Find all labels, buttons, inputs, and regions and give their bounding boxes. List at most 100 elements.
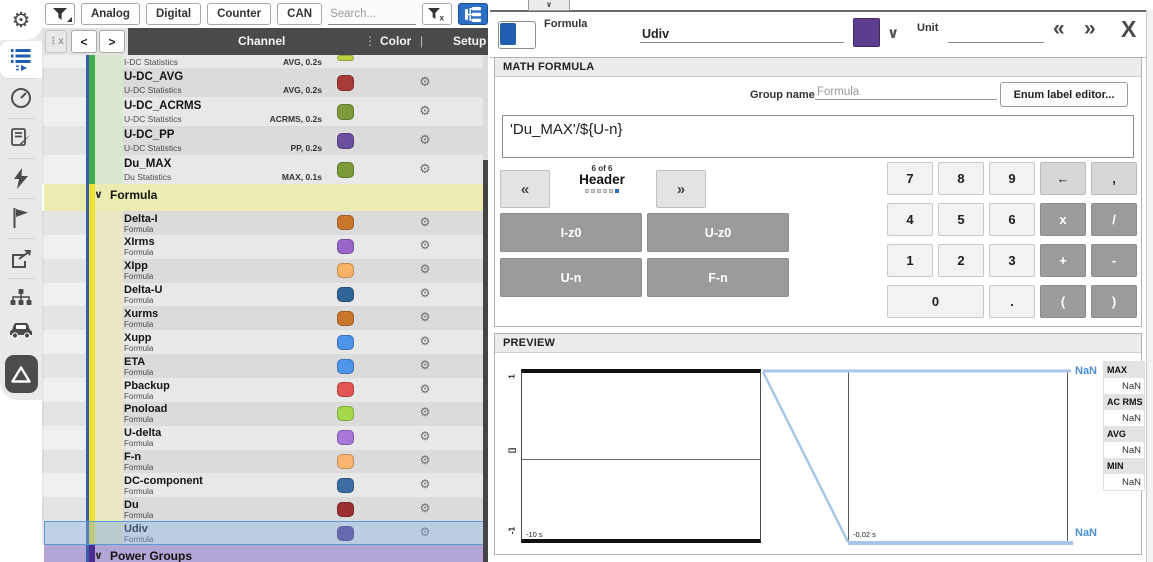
color-dropdown-chevron-icon[interactable]: ∨: [887, 24, 899, 42]
setup-gear-icon[interactable]: ⚙: [414, 74, 436, 90]
setup-gear-icon[interactable]: ⚙: [414, 477, 436, 491]
channel-tree-view-button[interactable]: [458, 3, 488, 25]
collapse-panel-tab[interactable]: ∨: [528, 0, 570, 11]
setup-gear-icon[interactable]: ⚙: [414, 238, 436, 252]
search-input[interactable]: [328, 4, 416, 25]
filter-analog-button[interactable]: Analog: [81, 3, 140, 25]
next-column-button[interactable]: >: [99, 30, 125, 53]
variable-key-F-n[interactable]: F-n: [647, 258, 789, 297]
setup-gear-icon[interactable]: ⚙: [414, 132, 436, 148]
color-swatch[interactable]: [337, 133, 354, 149]
setup-gear-icon[interactable]: ⚙: [414, 501, 436, 515]
key-6[interactable]: 6: [989, 203, 1035, 236]
color-swatch[interactable]: [337, 263, 354, 278]
variable-key-U-z0[interactable]: U-z0: [647, 213, 789, 252]
filter-counter-button[interactable]: Counter: [207, 3, 271, 25]
group-name-input[interactable]: [815, 85, 997, 100]
color-swatch[interactable]: [337, 239, 354, 254]
variable-key-U-n[interactable]: U-n: [500, 258, 642, 297]
channel-row[interactable]: XIrmsFormula⚙: [42, 235, 488, 259]
chevron-down-icon[interactable]: ∨: [94, 188, 103, 201]
channel-row[interactable]: XuppFormula⚙: [42, 330, 488, 354]
key--[interactable]: -: [1091, 244, 1137, 277]
key-/[interactable]: /: [1091, 203, 1137, 236]
clear-filter-button[interactable]: x: [422, 3, 452, 25]
column-header-color[interactable]: Color: [380, 34, 411, 48]
color-swatch[interactable]: [337, 311, 354, 326]
key-.[interactable]: .: [989, 285, 1035, 318]
key-8[interactable]: 8: [938, 162, 984, 195]
sidebar-item-power[interactable]: [0, 159, 42, 197]
sidebar-item-vehicle[interactable]: [0, 312, 42, 348]
channel-row[interactable]: Delta-IFormula⚙: [42, 211, 488, 235]
key-2[interactable]: 2: [938, 244, 984, 277]
setup-gear-icon[interactable]: ⚙: [414, 262, 436, 276]
sidebar-item-events[interactable]: [0, 199, 42, 237]
group-header-row[interactable]: ∨Power Groups: [42, 545, 488, 562]
color-swatch[interactable]: [337, 335, 354, 350]
variable-key-I-z0[interactable]: I-z0: [500, 213, 642, 252]
setup-gear-icon[interactable]: ⚙: [414, 215, 436, 229]
channel-row[interactable]: PnoloadFormula⚙: [42, 402, 488, 426]
channel-row[interactable]: U-DC_ACRMSU-DC StatisticsACRMS, 0.2s⚙: [42, 97, 488, 126]
channel-row[interactable]: XurmsFormula⚙: [42, 306, 488, 330]
sidebar-item-setup-file[interactable]: [0, 119, 42, 157]
prev-channel-button[interactable]: «: [1053, 16, 1065, 42]
prev-column-button[interactable]: <: [71, 30, 97, 53]
color-swatch[interactable]: [337, 75, 354, 91]
filter-can-button[interactable]: CAN: [277, 3, 322, 25]
key-x[interactable]: x: [1040, 203, 1086, 236]
setup-gear-icon[interactable]: ⚙: [414, 429, 436, 443]
key-,[interactable]: ,: [1091, 162, 1137, 195]
setup-gear-icon[interactable]: ⚙: [414, 453, 436, 467]
channel-row[interactable]: UdivFormula⚙: [42, 521, 488, 545]
sidebar-item-network[interactable]: [0, 279, 42, 315]
formula-input[interactable]: 'Du_MAX'/${U-n}: [502, 115, 1134, 158]
color-swatch[interactable]: [337, 382, 354, 397]
color-swatch[interactable]: [337, 502, 354, 517]
key-3[interactable]: 3: [989, 244, 1035, 277]
group-header-row[interactable]: ∨Formula: [42, 184, 488, 211]
channel-row[interactable]: Du_MAXDu StatisticsMAX, 0.1s⚙: [42, 155, 488, 184]
color-swatch[interactable]: [337, 478, 354, 493]
channel-enable-toggle[interactable]: [498, 21, 536, 49]
key-4[interactable]: 4: [887, 203, 933, 236]
channel-row[interactable]: DC-componentFormula⚙: [42, 473, 488, 497]
color-swatch[interactable]: [337, 287, 354, 302]
key-5[interactable]: 5: [938, 203, 984, 236]
sidebar-item-alerts[interactable]: [0, 352, 42, 396]
setup-gear-icon[interactable]: ⚙: [414, 334, 436, 348]
channel-name-input[interactable]: [640, 26, 844, 43]
keypad-next-page-button[interactable]: »: [656, 170, 706, 208]
setup-gear-icon[interactable]: ⚙: [414, 310, 436, 324]
color-swatch[interactable]: [337, 454, 354, 469]
color-swatch[interactable]: [337, 162, 354, 178]
scrollbar-thumb[interactable]: [483, 160, 488, 562]
setup-gear-icon[interactable]: ⚙: [414, 358, 436, 372]
sidebar-item-settings[interactable]: ⚙: [0, 0, 42, 40]
key-backspace[interactable]: ←: [1040, 162, 1086, 195]
key-)[interactable]: ): [1091, 285, 1137, 318]
color-swatch[interactable]: [337, 430, 354, 445]
channel-row[interactable]: PbackupFormula⚙: [42, 378, 488, 402]
key-0[interactable]: 0: [887, 285, 984, 318]
key-+[interactable]: +: [1040, 244, 1086, 277]
color-swatch[interactable]: [337, 55, 354, 61]
setup-gear-icon[interactable]: ⚙: [414, 286, 436, 300]
next-channel-button[interactable]: »: [1084, 16, 1096, 42]
channel-row[interactable]: U-deltaFormula⚙: [42, 426, 488, 450]
column-header-setup[interactable]: Setup: [453, 34, 486, 48]
channel-row[interactable]: U-DC_AVGU-DC StatisticsAVG, 0.2s⚙: [42, 68, 488, 97]
key-7[interactable]: 7: [887, 162, 933, 195]
enum-label-editor-button[interactable]: Enum label editor...: [1000, 82, 1128, 107]
editor-scrollbar[interactable]: [1146, 10, 1153, 562]
setup-gear-icon[interactable]: ⚙: [414, 103, 436, 119]
key-1[interactable]: 1: [887, 244, 933, 277]
channel-row[interactable]: F-nFormula⚙: [42, 450, 488, 474]
setup-gear-icon[interactable]: ⚙: [414, 405, 436, 419]
channel-row[interactable]: U-DC_PPU-DC StatisticsPP, 0.2s⚙: [42, 126, 488, 155]
channel-row[interactable]: XIppFormula⚙: [42, 259, 488, 283]
color-swatch[interactable]: [337, 104, 354, 120]
channel-row[interactable]: Delta-UFormula⚙: [42, 283, 488, 307]
close-button[interactable]: X: [1121, 16, 1136, 42]
